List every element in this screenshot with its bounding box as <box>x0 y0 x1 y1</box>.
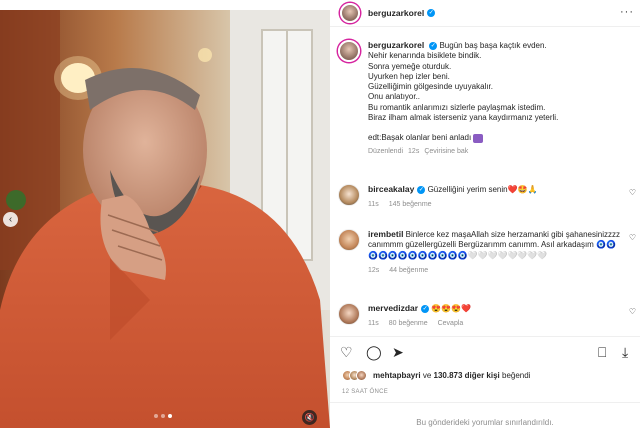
post-header: berguzarkorel ✓ ··· <box>330 0 640 27</box>
post-media[interactable]: ‹ 🔇 <box>0 10 330 428</box>
post-photo <box>0 10 330 428</box>
comments-limited-notice: Bu gönderideki yorumlar sınırlandırıldı. <box>330 402 640 442</box>
comment-likes[interactable]: 44 beğenme <box>389 267 428 274</box>
comment-username[interactable]: mervedizdar <box>368 303 418 313</box>
verified-badge-icon: ✓ <box>427 9 436 17</box>
caption-meta: Düzenlendi 12s Çevirisine bak <box>368 147 633 157</box>
caption-age: 12s <box>408 147 420 155</box>
post-caption: berguzarkorel ✓ Bugün baş başa kaçtık evd… <box>338 40 638 157</box>
caption-line: Güzelliğimin gölgesinde uyuyakalır. <box>368 82 493 92</box>
caption-username[interactable]: berguzarkorel <box>368 40 424 50</box>
instagram-post-view: ‹ 🔇 berguzarkorel ✓ ··· berguzarkorel ✓ B… <box>0 0 640 442</box>
mute-button[interactable]: 🔇 <box>302 410 317 425</box>
comment-age: 12s <box>368 266 380 274</box>
caption-line: Bu romantik anlarımızı sizlerle paylaşma… <box>368 102 546 112</box>
comment-avatar[interactable] <box>338 229 360 251</box>
comment-text: Binlerce kez maşaAllah size herzamanki g… <box>368 230 620 260</box>
carousel-dot <box>154 414 158 418</box>
author-username[interactable]: berguzarkorel <box>368 8 424 18</box>
comment-meta: 12s 44 beğenme <box>368 266 623 276</box>
comment-text: 😍😍😍❤️ <box>431 304 472 313</box>
likes-suffix: beğendi <box>502 371 531 380</box>
caption-line: Onu anlatıyor.. <box>368 92 421 102</box>
comment-like-icon[interactable]: ♡ <box>629 188 636 197</box>
carousel-dot-active <box>168 414 172 418</box>
more-options-icon[interactable]: ··· <box>620 6 634 18</box>
comment-likes[interactable]: 145 beğenme <box>389 201 432 208</box>
comment-meta: 11s 80 beğenme Cevapla <box>368 319 623 329</box>
save-icon[interactable]: ⎕ <box>598 345 606 359</box>
comment-reply-link[interactable]: Cevapla <box>438 320 464 327</box>
verified-badge-icon: ✓ <box>429 41 438 50</box>
comment-age: 11s <box>368 201 379 209</box>
author-avatar[interactable] <box>340 3 360 23</box>
comment-item: birceakalay ✓ Güzelliğini yerim senin❤️🤩🙏… <box>338 184 638 211</box>
carousel-dot <box>161 414 165 418</box>
translate-link[interactable]: Çevirisine bak <box>424 148 468 155</box>
comment-likes[interactable]: 80 beğenme <box>389 320 428 327</box>
caption-text: Bugün baş başa kaçtık evden. <box>439 41 547 50</box>
carousel-dots <box>154 414 172 418</box>
likes-others[interactable]: 130.873 diğer kişi <box>434 371 500 380</box>
comment-avatar[interactable] <box>338 303 360 325</box>
download-icon[interactable]: ⤓ <box>622 345 628 359</box>
comment-icon[interactable]: ◯ <box>366 345 382 359</box>
caption-avatar[interactable] <box>338 40 360 62</box>
comment-body: mervedizdar ✓ 😍😍😍❤️ 11s 80 beğenme Cevapl… <box>368 303 623 330</box>
caption-edit-note: edt:Başak olanlar beni anladı <box>368 133 472 143</box>
likes-connector: ve <box>422 371 432 380</box>
comment-item: mervedizdar ✓ 😍😍😍❤️ 11s 80 beğenme Cevapl… <box>338 303 638 330</box>
comment-avatar[interactable] <box>338 184 360 206</box>
post-side-panel: berguzarkorel ✓ ··· berguzarkorel ✓ Bugün… <box>330 0 640 442</box>
comment-age: 11s <box>368 320 379 328</box>
comment-text: Güzelliğini yerim senin❤️🤩🙏 <box>427 185 538 194</box>
comment-body: birceakalay ✓ Güzelliğini yerim senin❤️🤩🙏… <box>368 184 623 211</box>
like-icon[interactable]: ♡ <box>340 345 353 359</box>
comment-body: irembetil Binlerce kez maşaAllah size he… <box>368 229 623 276</box>
caption-edit-line: edt:Başak olanlar beni anladı <box>368 133 633 143</box>
share-icon[interactable]: ➤ <box>392 345 404 359</box>
caption-line-1: berguzarkorel ✓ Bugün baş başa kaçtık evd… <box>368 40 633 51</box>
caption-body: berguzarkorel ✓ Bugün baş başa kaçtık evd… <box>368 40 633 157</box>
comment-like-icon[interactable]: ♡ <box>629 307 636 316</box>
edited-label: Düzenlendi <box>368 147 404 155</box>
post-actions-bar: ♡ ◯ ➤ ⎕ ⤓ <box>330 336 640 366</box>
caption-line: Nehir kenarında bisiklete bindik. <box>368 51 482 61</box>
liker-avatar <box>356 370 367 381</box>
caption-line: Biraz ilham almak isterseniz yana kaydır… <box>368 113 559 123</box>
comment-meta: 11s 145 beğenme <box>368 200 623 210</box>
comment-username[interactable]: birceakalay <box>368 184 414 194</box>
verified-badge-icon: ✓ <box>421 304 430 313</box>
caption-line: Sonra yemeğe oturduk. <box>368 61 452 71</box>
comment-like-icon[interactable]: ♡ <box>629 233 636 242</box>
carousel-prev-button[interactable]: ‹ <box>3 212 18 227</box>
likes-summary: mehtapbayri ve 130.873 diğer kişi beğend… <box>342 370 530 381</box>
post-time: 12 SAAT ÖNCE <box>342 389 389 395</box>
verified-badge-icon: ✓ <box>417 185 426 194</box>
comment-item: irembetil Binlerce kez maşaAllah size he… <box>338 229 638 276</box>
caption-line: Uyurken hep izler beni. <box>368 71 450 81</box>
comment-username[interactable]: irembetil <box>368 229 403 239</box>
likes-text: mehtapbayri ve 130.873 diğer kişi beğend… <box>373 371 530 380</box>
first-liker[interactable]: mehtapbayri <box>373 371 421 380</box>
emoji-icon <box>473 133 484 143</box>
